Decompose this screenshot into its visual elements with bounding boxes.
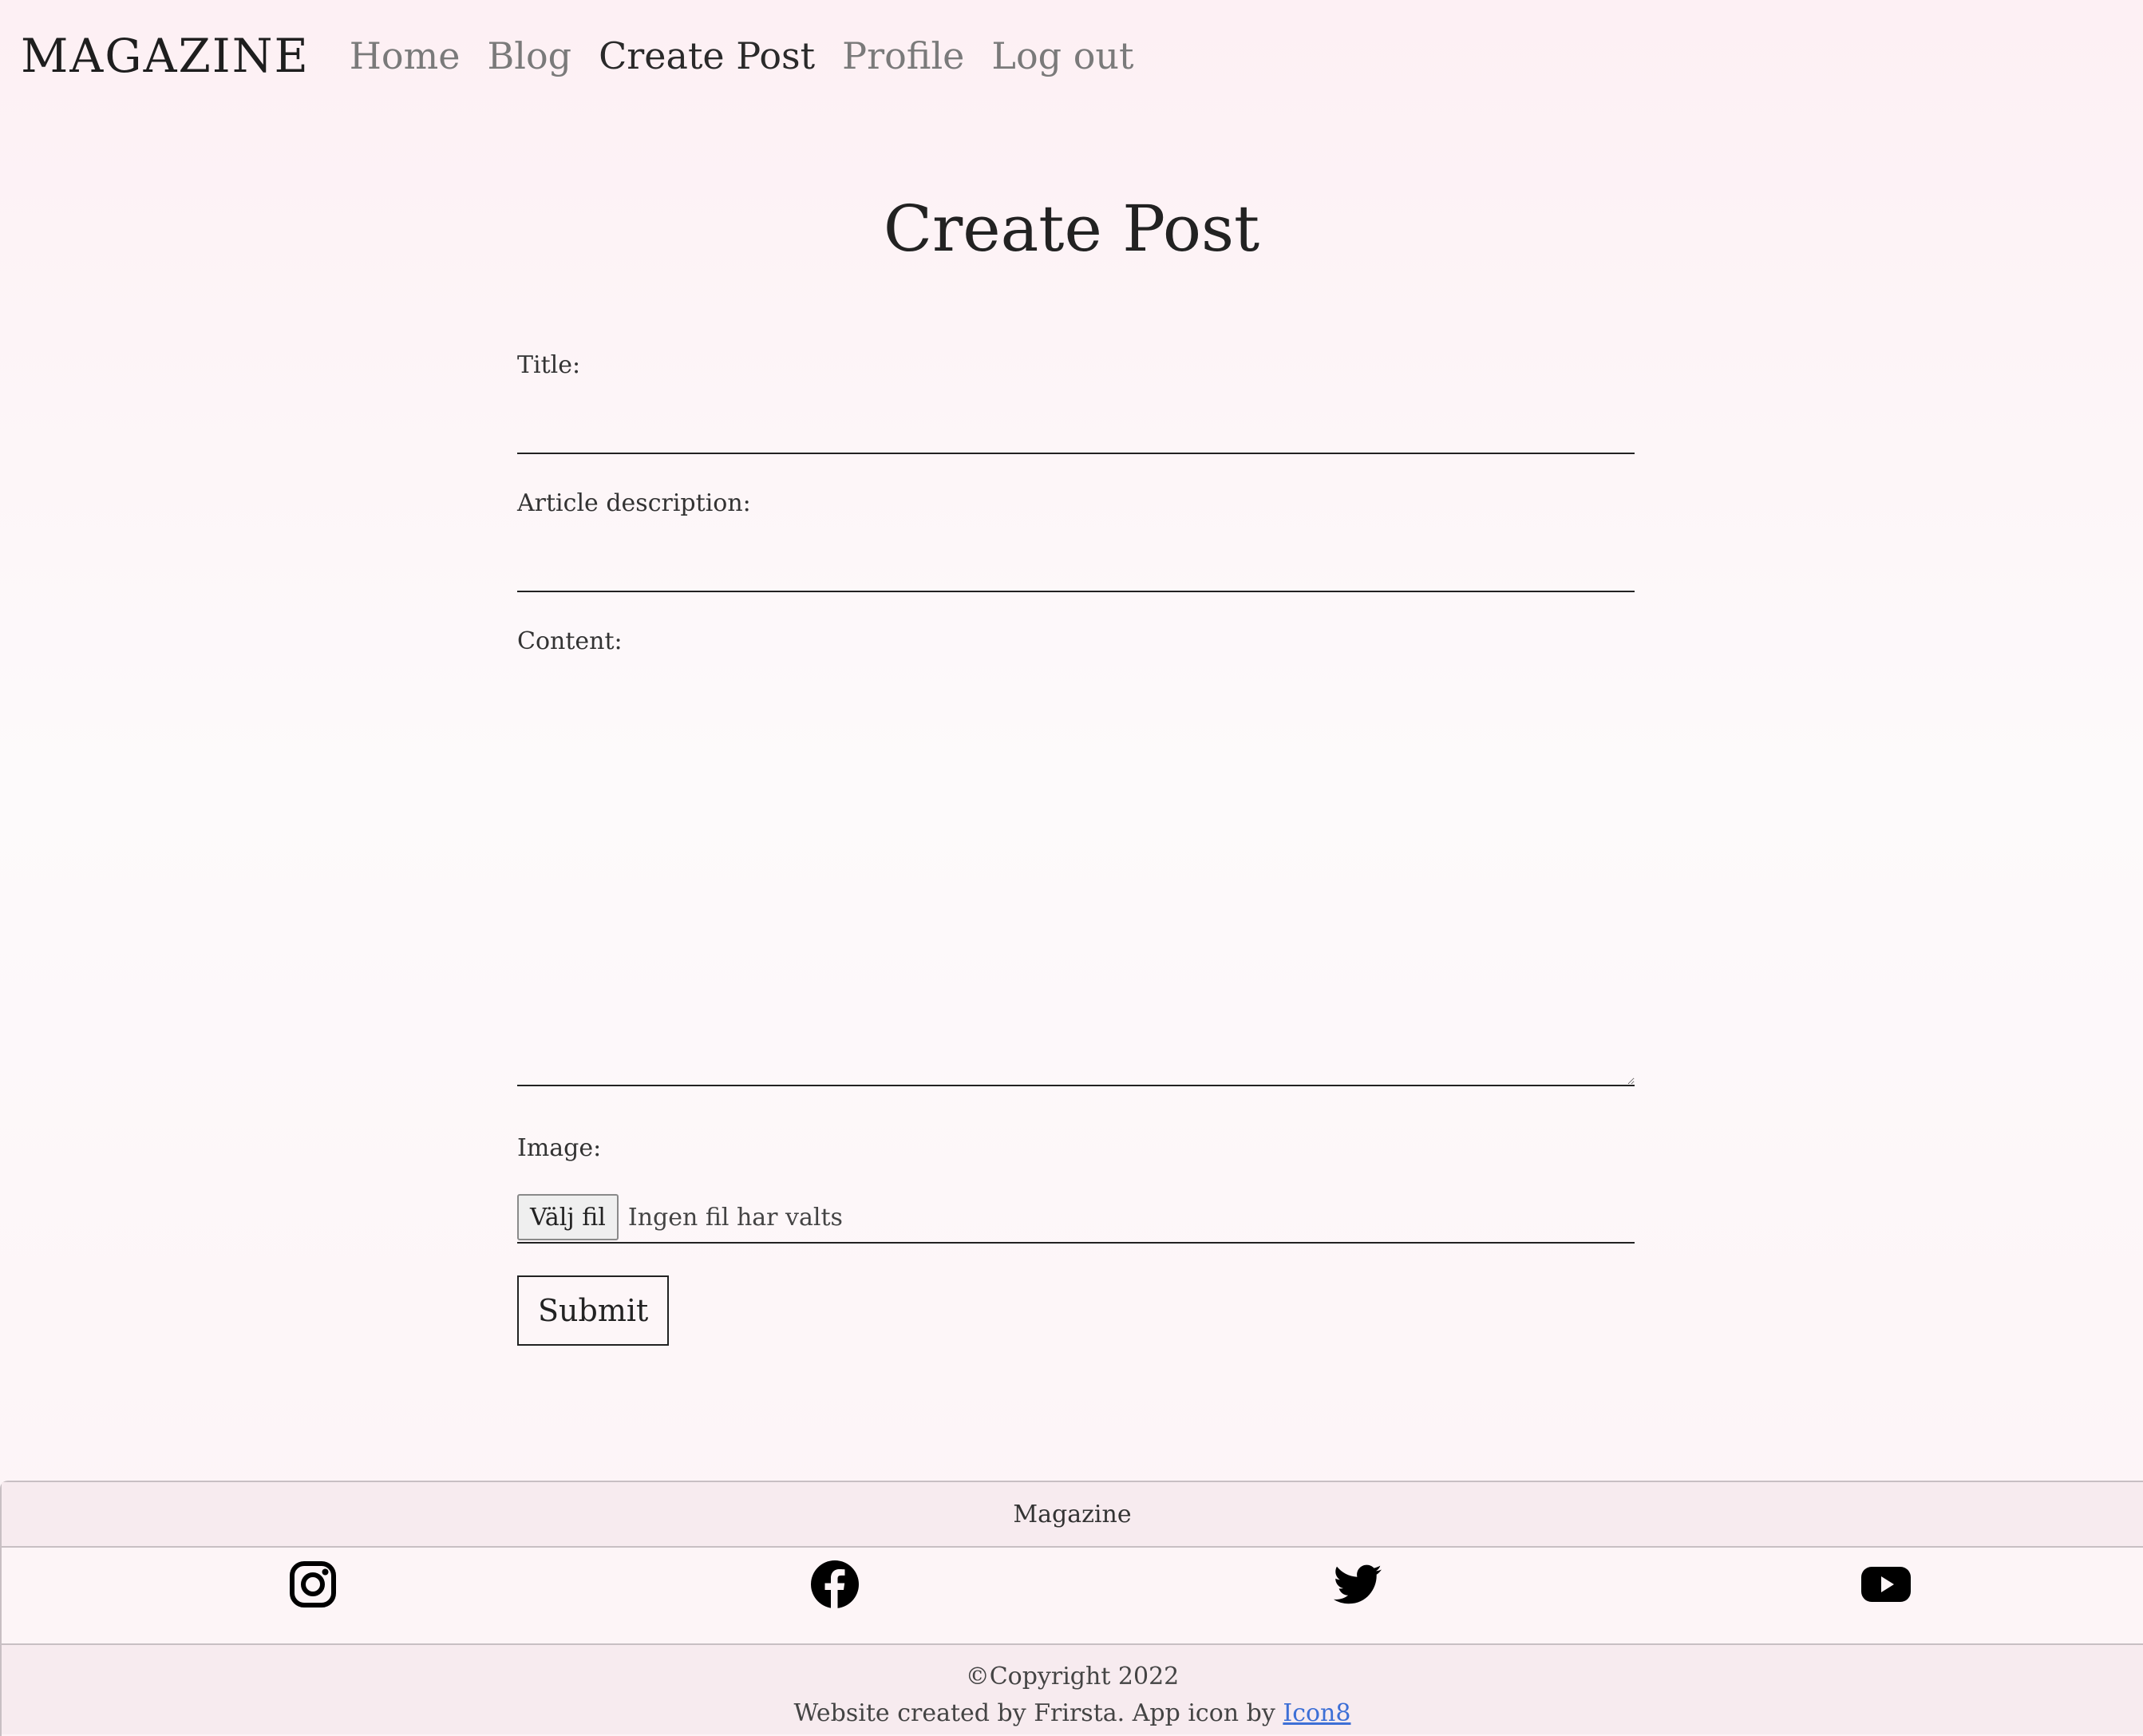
choose-file-button[interactable]: Välj fil — [517, 1194, 619, 1240]
nav-link-log-out[interactable]: Log out — [991, 34, 1133, 77]
submit-button[interactable]: Submit — [517, 1275, 670, 1346]
page-title: Create Post — [883, 192, 1260, 266]
footer-bottom: ©Copyright 2022 Website created by Frirs… — [2, 1645, 2143, 1734]
content-field-group: Content: — [517, 627, 1635, 1086]
create-post-form: Title: Article description: Content: Ima… — [517, 351, 1635, 1346]
content-label: Content: — [517, 627, 623, 655]
instagram-icon[interactable] — [287, 1559, 338, 1610]
nav-link-blog[interactable]: Blog — [487, 34, 571, 77]
title-field-group: Title: — [517, 351, 1635, 454]
navbar: MAGAZINE Home Blog Create Post Profile L… — [0, 0, 2143, 112]
description-input[interactable] — [517, 541, 1635, 592]
image-label: Image: — [517, 1134, 602, 1162]
nav-link-profile[interactable]: Profile — [842, 34, 964, 77]
twitter-icon[interactable] — [1332, 1559, 1383, 1610]
twitter-icon-graphic — [1333, 1564, 1382, 1604]
youtube-icon-graphic — [1861, 1567, 1911, 1602]
social-links — [2, 1548, 2143, 1645]
title-input[interactable] — [517, 403, 1635, 454]
file-input[interactable]: Välj fil Ingen fil har valts — [517, 1192, 1635, 1244]
brand-logo[interactable]: MAGAZINE — [21, 29, 310, 83]
file-status-text: Ingen fil har valts — [627, 1203, 843, 1232]
credits-text: Website created by Frirsta. App icon by — [793, 1699, 1283, 1727]
description-field-group: Article description: — [517, 489, 1635, 592]
description-label: Article description: — [517, 489, 751, 517]
copyright-text: ©Copyright 2022 — [965, 1663, 1180, 1691]
youtube-icon[interactable] — [1860, 1559, 1912, 1610]
instagram-icon-graphic — [290, 1561, 336, 1607]
facebook-icon-graphic — [811, 1560, 859, 1608]
title-label: Title: — [517, 351, 581, 379]
facebook-icon[interactable] — [809, 1559, 860, 1610]
footer: Magazine ©Copyright 2022 Website created… — [0, 1481, 2143, 1736]
footer-heading: Magazine — [2, 1482, 2143, 1548]
credits-line: Website created by Frirsta. App icon by … — [2, 1694, 2143, 1733]
image-field-group: Image: Välj fil Ingen fil har valts — [517, 1134, 1635, 1244]
nav-link-create-post[interactable]: Create Post — [599, 34, 815, 77]
content-textarea[interactable] — [517, 671, 1635, 1086]
nav-link-home[interactable]: Home — [350, 34, 461, 77]
icon8-link[interactable]: Icon8 — [1283, 1699, 1350, 1727]
